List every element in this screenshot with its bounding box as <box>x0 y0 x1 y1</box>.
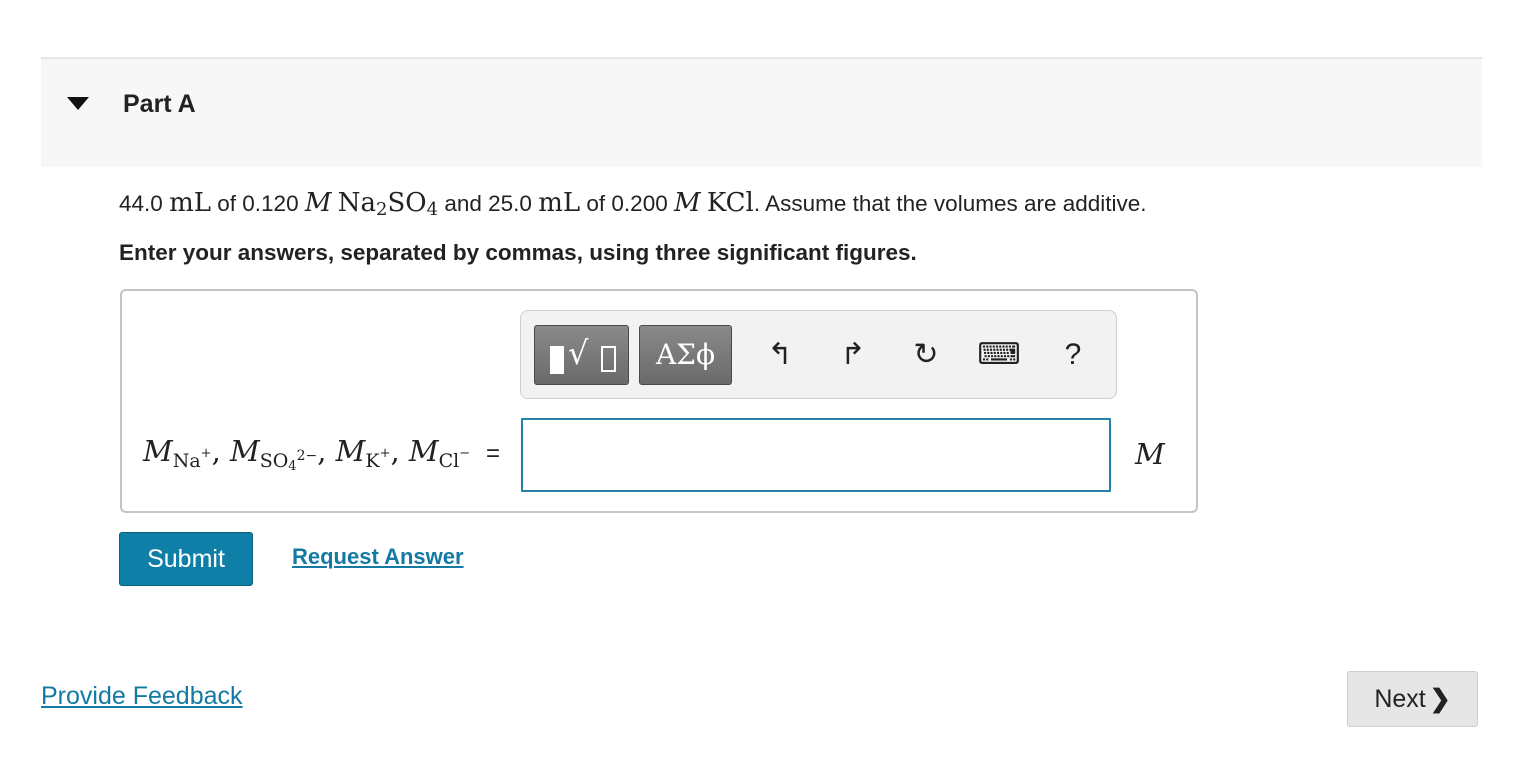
next-button[interactable]: Next ❯ <box>1347 671 1478 727</box>
math-toolbar: √ ΑΣϕ ↰ ↱ ↻ ⌨ ? <box>520 310 1117 399</box>
submit-button[interactable]: Submit <box>119 532 253 586</box>
radical-icon: √ <box>568 334 589 372</box>
collapse-caret-icon[interactable] <box>67 97 89 110</box>
answer-label: MNa+, MSO42−, MK+, MCl− <box>143 434 471 474</box>
answer-input[interactable] <box>521 418 1111 492</box>
templates-button[interactable]: √ <box>534 325 629 385</box>
chevron-right-icon: ❯ <box>1429 685 1451 713</box>
empty-box-icon <box>601 346 616 372</box>
request-answer-link[interactable]: Request Answer <box>292 544 464 570</box>
greek-symbols-button[interactable]: ΑΣϕ <box>639 325 732 385</box>
redo-icon[interactable]: ↱ <box>831 333 875 377</box>
placeholder-block-icon <box>550 346 564 374</box>
undo-icon[interactable]: ↰ <box>758 333 802 377</box>
answer-unit: M <box>1135 437 1165 471</box>
help-icon[interactable]: ? <box>1051 333 1095 377</box>
reset-icon[interactable]: ↻ <box>904 333 948 377</box>
keyboard-shortcuts-icon[interactable]: ⌨ <box>977 333 1021 377</box>
next-label: Next <box>1374 685 1426 713</box>
part-header[interactable] <box>41 59 1482 167</box>
problem-prompt: 44.0 mL of 0.120 M Na2SO4 and 25.0 mL of… <box>119 188 1147 220</box>
equals-sign: = <box>486 440 501 467</box>
part-title: Part A <box>123 90 196 118</box>
provide-feedback-link[interactable]: Provide Feedback <box>41 682 243 711</box>
instructions: Enter your answers, separated by commas,… <box>119 240 917 265</box>
